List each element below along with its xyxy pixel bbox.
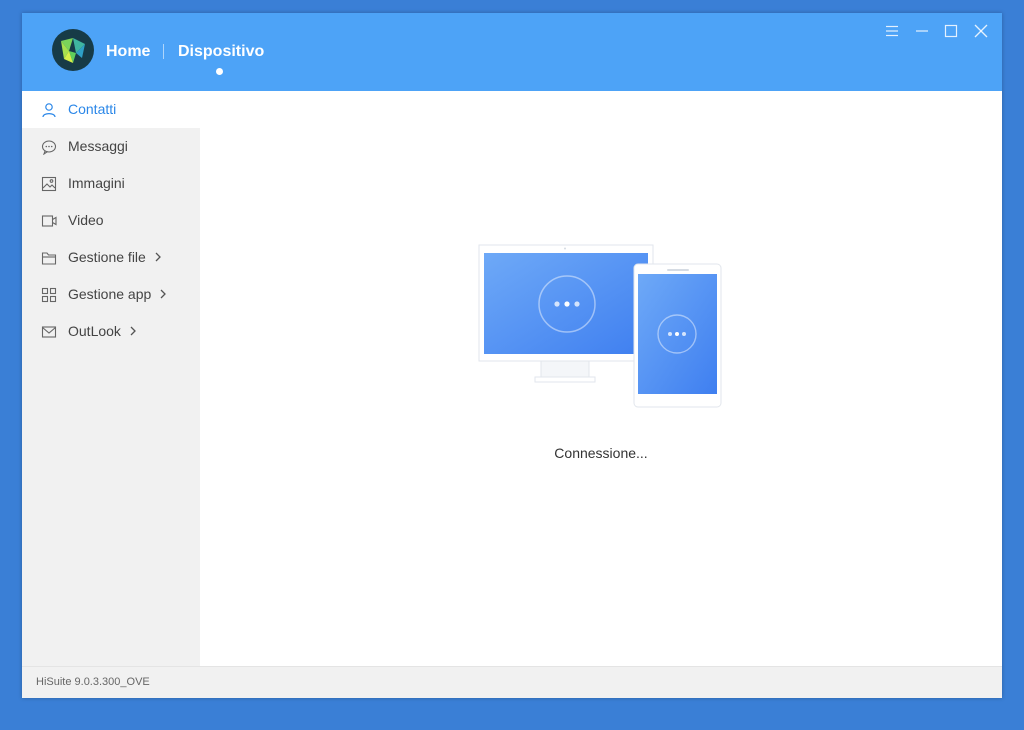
sidebar-item-contatti[interactable]: Contatti [22,91,200,128]
sidebar-item-label: OutLook [68,323,121,339]
sidebar-item-label: Gestione file [68,249,146,265]
image-icon [41,176,57,192]
sidebar-item-label: Messaggi [68,138,128,154]
active-nav-indicator [216,68,223,75]
sidebar-item-label: Video [68,212,104,228]
sidebar-item-video[interactable]: Video [22,202,200,239]
chevron-right-icon [130,326,136,336]
maximize-icon[interactable] [941,21,961,41]
apps-grid-icon [41,287,57,303]
nav-device[interactable]: Dispositivo [178,43,264,61]
sidebar-item-gestione-file[interactable]: Gestione file [22,239,200,276]
person-icon [42,103,56,118]
nav-separator [163,44,164,59]
sidebar-item-gestione-app[interactable]: Gestione app [22,276,200,313]
chevron-right-icon [155,252,161,262]
chevron-right-icon [160,289,166,299]
app-window: Home Dispositivo Contatti Messaggi Immag… [22,13,1002,698]
main-content: Connessione... [200,91,1002,666]
sidebar-item-messaggi[interactable]: Messaggi [22,128,200,165]
sidebar: Contatti Messaggi Immagini Video Gestion… [22,91,200,666]
sidebar-item-outlook[interactable]: OutLook [22,313,200,350]
nav-home[interactable]: Home [106,43,150,61]
hisuite-logo-icon [52,29,94,71]
title-bar: Home Dispositivo [22,13,1002,91]
connecting-devices-illustration [478,244,722,408]
mail-icon [41,326,57,338]
minimize-icon[interactable] [912,21,932,41]
sidebar-item-label: Contatti [68,101,117,117]
video-icon [41,215,57,227]
sidebar-item-immagini[interactable]: Immagini [22,165,200,202]
sidebar-item-label: Gestione app [68,286,152,302]
status-bar: HiSuite 9.0.3.300_OVE [22,666,1002,698]
connection-status-text: Connessione... [554,445,648,461]
close-icon[interactable] [971,21,991,41]
folder-icon [41,252,57,265]
chat-icon [41,140,57,155]
menu-icon[interactable] [882,21,902,41]
sidebar-item-label: Immagini [68,175,125,191]
version-label: HiSuite 9.0.3.300_OVE [36,676,150,688]
